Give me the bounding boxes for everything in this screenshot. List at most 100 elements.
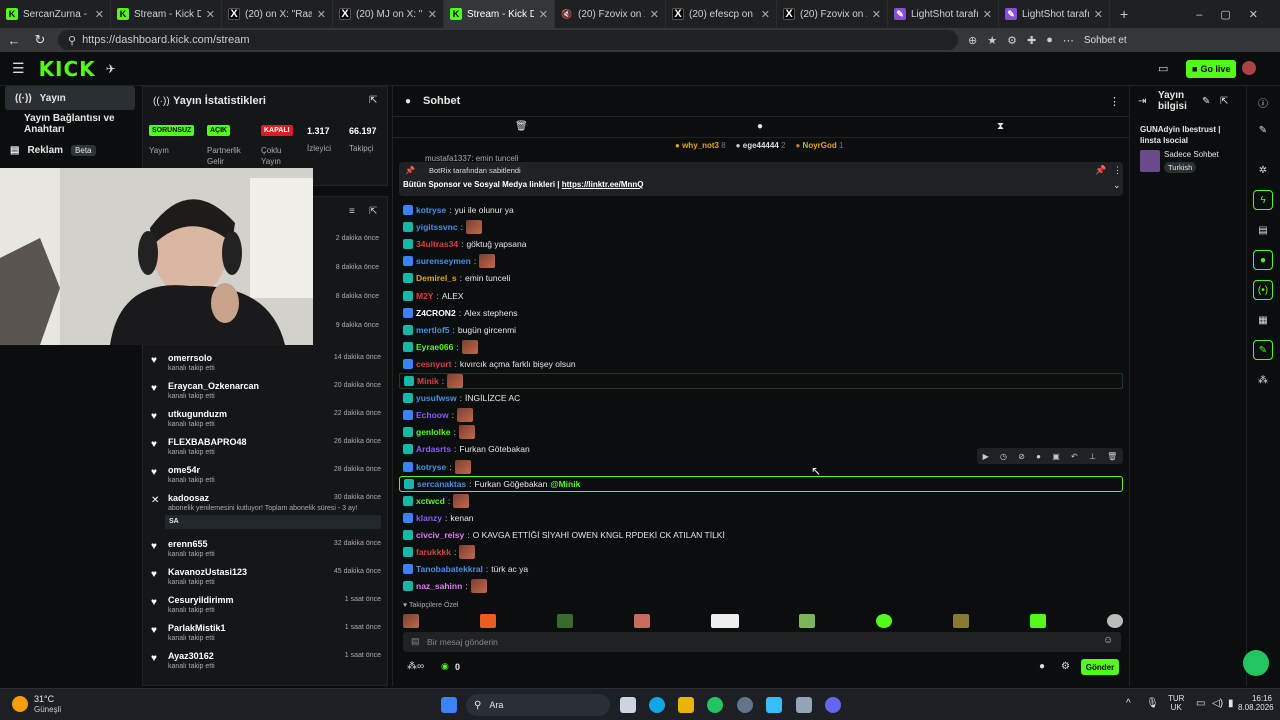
profile-avatar-icon[interactable]: ● [1046, 34, 1053, 46]
browser-tab[interactable]: X (20) Fzovix on X: "k ✕ [777, 0, 888, 28]
close-tab-icon[interactable]: ✕ [95, 8, 104, 21]
chat-mention[interactable]: @Minik [550, 479, 580, 489]
chat-message[interactable]: klanzy: kenan [403, 510, 474, 526]
settings-cluster-icon[interactable]: ⁂∞ [407, 661, 424, 672]
pencil-icon[interactable]: ✎ [1253, 120, 1273, 140]
popout-icon[interactable]: ⇱ [1220, 96, 1228, 107]
nav-item-stream-key[interactable]: Yayın Bağlantısı ve Anahtarı [0, 112, 140, 136]
feed-row[interactable]: ♥ Ayaz30162 kanalı takip etti 1 saat önce [143, 649, 389, 677]
feed-row[interactable]: ♥ KavanozUstasi123 kanalı takip etti 45 dak… [143, 565, 389, 593]
display-icon[interactable]: ▭ [1196, 698, 1205, 709]
photos-icon[interactable] [766, 697, 782, 713]
feed-row[interactable]: ♥ Cesuryildirimm kanalı takip etti 1 saat ö… [143, 593, 389, 621]
close-tab-icon[interactable]: ✕ [206, 8, 215, 21]
feed-row[interactable]: ♥ omerrsolo kanalı takip etti 14 dakika önc… [143, 351, 389, 379]
info-icon[interactable]: ⓘ [1253, 92, 1273, 112]
filter-icon[interactable]: ≡ [349, 206, 355, 217]
feed-row[interactable]: ♥ erenn655 kanalı takip etti 32 dakika önce [143, 537, 389, 565]
chat-message[interactable]: genlolke: [403, 424, 475, 440]
popout-icon[interactable]: ⇱ [369, 95, 377, 106]
target-icon[interactable]: ✲ [1253, 160, 1273, 180]
feed-row[interactable]: ♥ ParlakMistik1 kanalı takip etti 1 saat ön… [143, 621, 389, 649]
tray-chevron-icon[interactable]: ^ [1126, 698, 1131, 709]
gear-icon[interactable]: ⚙ [1061, 661, 1070, 672]
copy-icon[interactable]: ▣ [1052, 452, 1060, 461]
chat-message[interactable]: surenseymen: [403, 253, 496, 269]
go-live-button[interactable]: ■ Go live [1186, 60, 1237, 78]
chat-message[interactable]: Ardasrts: Furkan Götebakan [403, 441, 530, 457]
chat-message[interactable]: cesnyurt: kıvırcık açma farklı bişey olsu… [403, 356, 576, 372]
chat-message[interactable]: Echoow: [403, 407, 473, 423]
emote-picker-icon[interactable]: ● [1039, 661, 1045, 672]
chat-message[interactable]: Demirel_s: emin tunceli [403, 270, 510, 286]
edge-icon[interactable] [649, 697, 665, 713]
chat-username[interactable]: Eyrae066 [416, 342, 453, 352]
chat-username[interactable]: 34ultras34 [416, 239, 458, 249]
chat-username[interactable]: surenseymen [416, 256, 471, 266]
chat-message[interactable]: M2Y: ALEX [403, 288, 464, 304]
language-indicator[interactable]: TUR UK [1168, 694, 1184, 712]
emoji-icon[interactable]: ☺ [1103, 635, 1113, 646]
send-button[interactable]: Gönder [1081, 659, 1119, 675]
discord-icon[interactable] [825, 697, 841, 713]
url-field[interactable]: ⚲ https://dashboard.kick.com/stream [58, 30, 958, 50]
close-tab-icon[interactable]: ✕ [317, 8, 326, 21]
chat-username[interactable]: yusufwsw [416, 393, 457, 403]
pinned-link[interactable]: https://linktr.ee/MnnQ [562, 180, 644, 189]
chat-input-box[interactable]: ▤ Bir mesaj gönderin ☺ [403, 632, 1121, 652]
chat-icon[interactable]: ● [1253, 250, 1273, 270]
chat-message[interactable]: kotryse: yui ile olunur ya [403, 202, 514, 218]
browser-tab[interactable]: K SercanZurna - Watch ✕ [0, 0, 111, 28]
star-icon[interactable]: ★ [987, 34, 997, 47]
emote[interactable] [403, 614, 419, 628]
chat-message[interactable]: Eyrae066: [403, 339, 478, 355]
chat-message[interactable]: yigitssvnc: [403, 219, 482, 235]
clipboard-icon[interactable]: ▤ [1253, 220, 1273, 240]
browser-tab[interactable]: X (20) MJ on X: "Selam ✕ [333, 0, 444, 28]
mic-icon[interactable]: 🎙 [1146, 698, 1159, 709]
spotify-icon[interactable] [707, 697, 723, 713]
chat-message[interactable]: Minik: [399, 373, 1123, 389]
browser-tab[interactable]: ✎ LightShot tarafından ✕ [888, 0, 999, 28]
chat-username[interactable]: kotryse [416, 205, 446, 215]
trash-icon[interactable]: 🗑 [515, 121, 528, 132]
site-info-icon[interactable]: ⚲ [68, 34, 76, 47]
window-controls[interactable]: –▢✕ [1196, 8, 1280, 21]
chat-username[interactable]: Demirel_s [416, 273, 457, 283]
clock[interactable]: 16:16 8.08.2026 [1238, 694, 1274, 712]
reload-icon[interactable]: ↻ [32, 32, 48, 48]
edit-icon[interactable]: ✎ [1202, 96, 1210, 107]
chat-tab-icon[interactable]: ● [757, 121, 763, 132]
chat-username[interactable]: Z4CRON2 [416, 308, 456, 318]
battery-icon[interactable]: ▮ [1228, 698, 1234, 709]
chat-username[interactable]: kotryse [416, 462, 446, 472]
bolt-icon[interactable]: ϟ [1253, 190, 1273, 210]
emote[interactable] [1030, 614, 1046, 628]
emote[interactable] [799, 614, 816, 628]
feed-row[interactable]: ♥ Eraycan_Ozkenarcan kanalı takip etti 20 d… [143, 379, 389, 407]
feed-row[interactable]: ♥ FLEXBABAPRO48 kanalı takip etti 26 dakika… [143, 435, 389, 463]
chat-message[interactable]: Z4CRON2: Alex stephens [403, 305, 517, 321]
layers-icon[interactable]: ▦ [1253, 310, 1273, 330]
app-icon[interactable] [796, 697, 812, 713]
browser-tab[interactable]: X (20) efescp on X: "G ✕ [666, 0, 777, 28]
close-tab-icon[interactable]: ✕ [983, 8, 992, 21]
browser-tab[interactable]: K Stream - Kick Dashb ✕ [111, 0, 222, 28]
chat-message[interactable]: sercanaktas: Furkan Göğebakan @Minik [399, 475, 1123, 492]
feed-row[interactable]: ♥ ome54r kanalı takip etti 28 dakika önce [143, 463, 389, 491]
chat-username[interactable]: genlolke [416, 427, 450, 437]
emote[interactable] [556, 614, 573, 628]
feed-row[interactable]: ♥ utkugunduzm kanalı takip etti 22 dakika ö… [143, 407, 389, 435]
clock-icon[interactable]: ◷ [1000, 452, 1007, 461]
extension-icon[interactable]: ⚙ [1007, 34, 1017, 47]
chat-username[interactable]: sercanaktas [417, 479, 466, 489]
chat-username[interactable]: Minik [417, 376, 439, 386]
chat-message[interactable]: kotryse: [403, 459, 471, 475]
chat-username[interactable]: civciv_reisy [416, 530, 464, 540]
chat-username[interactable]: Ardasrts [416, 444, 451, 454]
weather-temp[interactable]: 31°C [34, 694, 54, 704]
floating-action-button[interactable] [1243, 650, 1269, 676]
weather-sun-icon[interactable] [12, 696, 28, 712]
close-tab-icon[interactable]: ✕ [428, 8, 437, 21]
chat-message[interactable]: 34ultras34: göktuğ yapsana [403, 236, 526, 252]
